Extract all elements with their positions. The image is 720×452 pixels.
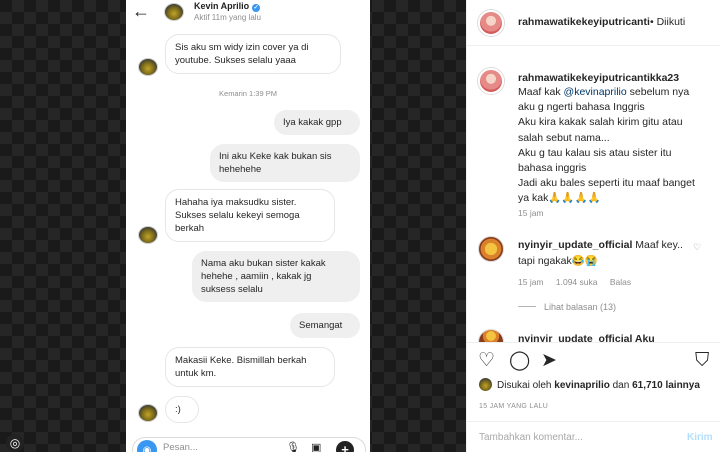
plus-icon[interactable]: + [336, 441, 354, 452]
message-timestamp: Kemarin 1:39 PM [219, 89, 277, 98]
caption-text: Maaf kak @kevinaprilio sebelum nya aku g… [518, 85, 718, 207]
message-composer: ◉ 🎙 ▣ + [132, 437, 366, 452]
comment-likes[interactable]: 1.094 suka [556, 277, 598, 287]
comment-meta: 15 jam 1.094 suka Balas [518, 277, 641, 287]
follow-status[interactable]: • Diikuti [650, 16, 685, 28]
divider [518, 306, 536, 307]
message-text: Hahaha iya maksudku sister. Sukses selal… [175, 197, 300, 234]
chat-header: ← Kevin Aprilio ✓ Aktif 11m yang lalu [126, 0, 370, 24]
comment-heart-icon[interactable]: ♡ [693, 242, 701, 253]
message-bubble: Nama aku bukan sister kakak hehehe , aam… [192, 251, 360, 302]
add-comment-input[interactable] [479, 432, 669, 443]
contact-status: Aktif 11m yang lalu [194, 13, 261, 22]
add-comment-bar: Kirim [467, 421, 720, 452]
message-bubble: Semangat [290, 313, 360, 338]
caption-prefix: Maaf kak [518, 86, 564, 98]
contact-name[interactable]: Kevin Aprilio ✓ [194, 1, 261, 12]
caption-meta: 15 jam [518, 208, 554, 218]
post-age: 15 JAM YANG LALU [479, 403, 549, 410]
comment-text: nyinyir_update_official Maaf key.. tapi … [518, 238, 698, 269]
message-text: Ini aku Keke kak bukan sis hehehehe [219, 151, 332, 175]
comment-username[interactable]: nyinyir_update_official [518, 239, 632, 251]
post-header: rahmawatikekeyiputricanti • Diikuti [467, 0, 720, 46]
gallery-icon[interactable]: ▣ [311, 441, 321, 452]
send-icon[interactable]: ➤ [541, 351, 557, 371]
message-avatar [138, 226, 158, 244]
verified-badge-icon: ✓ [252, 4, 261, 12]
camera-icon[interactable]: ◉ [137, 440, 157, 452]
message-text: :) [175, 404, 181, 415]
comment-icon[interactable]: ◯ [509, 351, 530, 371]
commenter-avatar[interactable] [478, 329, 504, 343]
message-text: Makasii Keke. Bismillah berkah untuk km. [175, 355, 307, 379]
message-bubble: :) [165, 396, 199, 423]
caption-body: sebelum nya aku g ngerti bahasa Inggris … [518, 86, 695, 205]
liked-by-prefix: Disukai oleh [497, 380, 555, 391]
comment-age: 15 jam [518, 277, 544, 287]
message-text: Nama aku bukan sister kakak hehehe , aam… [201, 258, 326, 295]
message-input[interactable] [163, 442, 273, 452]
post-author-avatar[interactable] [478, 10, 504, 36]
message-text: Iya kakak gpp [283, 117, 342, 128]
instagram-icon: ◎ [6, 434, 24, 452]
partial-comment: nyinyir_update_official Aku [518, 333, 655, 342]
message-bubble: Ini aku Keke kak bukan sis hehehehe [210, 144, 360, 182]
message-bubble: Sis aku sm widy izin cover ya di youtube… [165, 34, 341, 74]
post-actions: ♡ ◯ ➤ ⛉ [467, 342, 720, 378]
message-text: Sis aku sm widy izin cover ya di youtube… [175, 42, 309, 66]
bookmark-icon[interactable]: ⛉ [695, 351, 709, 371]
post-author-username[interactable]: rahmawatikekeyiputricanti [518, 16, 650, 28]
message-text: Semangat [299, 320, 343, 331]
liked-by-user[interactable]: kevinaprilio [554, 380, 610, 391]
liked-by-count[interactable]: 61,710 lainnya [632, 380, 700, 391]
caption-author-avatar[interactable] [478, 68, 504, 94]
liked-by-middle: dan [609, 380, 633, 391]
commenter-avatar[interactable] [478, 236, 504, 262]
back-arrow-icon[interactable]: ← [132, 0, 150, 22]
microphone-icon[interactable]: 🎙 [286, 441, 300, 452]
caption-mention[interactable]: @kevinaprilio [564, 86, 627, 98]
post-comment-button[interactable]: Kirim [687, 432, 713, 443]
contact-name-text: Kevin Aprilio [194, 1, 250, 11]
view-replies-button[interactable]: Lihat balasan (13) [518, 302, 616, 312]
liked-by: Disukai oleh kevinaprilio dan 61,710 lai… [479, 378, 700, 391]
message-avatar [138, 404, 158, 422]
dm-screenshot: ← Kevin Aprilio ✓ Aktif 11m yang lalu Sis… [126, 0, 370, 452]
contact-avatar[interactable] [164, 3, 184, 21]
post-panel: rahmawatikekeyiputricanti • Diikuti rahm… [466, 0, 720, 452]
reply-button[interactable]: Balas [610, 277, 631, 287]
message-bubble: Iya kakak gpp [274, 110, 360, 135]
caption-username[interactable]: rahmawatikekeyiputricantikka23 [518, 72, 679, 84]
message-bubble: Hahaha iya maksudku sister. Sukses selal… [165, 189, 335, 242]
message-avatar [138, 58, 158, 76]
caption-age: 15 jam [518, 208, 544, 218]
liker-avatar [479, 378, 492, 391]
message-bubble: Makasii Keke. Bismillah berkah untuk km. [165, 347, 335, 387]
view-replies-label: Lihat balasan (13) [544, 302, 617, 312]
heart-icon[interactable]: ♡ [478, 351, 495, 371]
